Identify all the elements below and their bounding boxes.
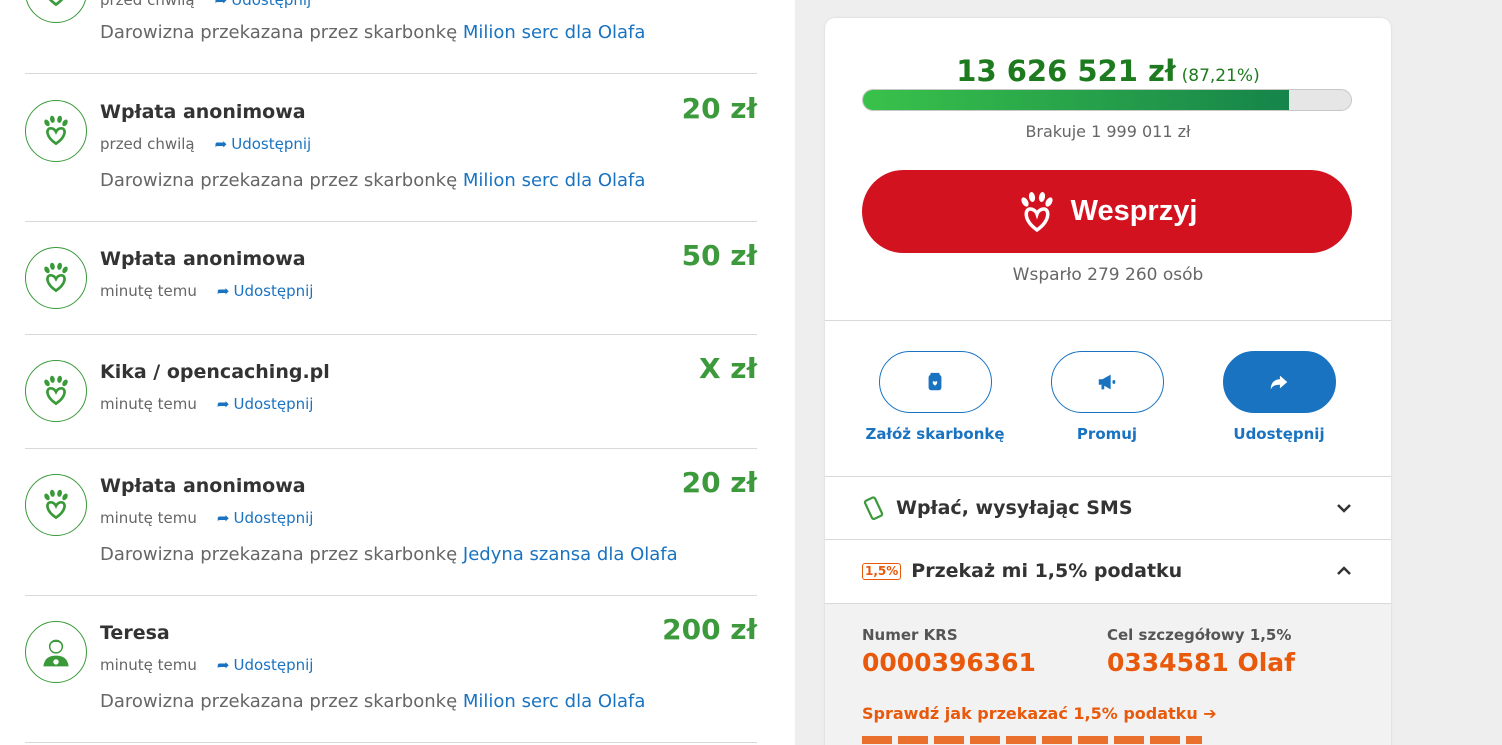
missing-amount: Brakuje 1 999 011 zł <box>1025 122 1191 141</box>
chevron-up-icon <box>1337 566 1351 575</box>
share-link[interactable]: ➦ Udostępnij <box>215 0 312 9</box>
donation-amount: 50 zł <box>681 239 757 272</box>
fundraiser-link[interactable]: Jedyna szansa dla Olafa <box>463 544 678 565</box>
support-button-label: Wesprzyj <box>1070 195 1198 227</box>
piggy-bank-icon <box>928 372 942 391</box>
tax-how-link[interactable]: Sprawdź jak przekazać 1,5% podatku ➔ <box>862 704 1217 723</box>
promote-button[interactable] <box>1050 351 1164 413</box>
supporters-count: Wsparło 279 260 osób <box>1012 265 1204 285</box>
donation-meta: minutę temu ➦ Udostępnij <box>100 282 313 300</box>
divider <box>825 320 1391 321</box>
donation-meta: minutę temu ➦ Udostępnij <box>100 395 313 413</box>
donation-note: Darowizna przekazana przez skarbonkę Mil… <box>100 170 646 191</box>
fundraiser-link[interactable]: Milion serc dla Olafa <box>463 170 646 191</box>
create-fundraiser-action[interactable]: Załóż skarbonkę <box>855 351 1015 443</box>
phone-icon <box>863 496 884 520</box>
promote-label: Promuj <box>1076 425 1138 443</box>
sms-accordion[interactable]: Wpłać, wysyłając SMS <box>825 477 1391 539</box>
chevron-down-icon <box>1337 504 1351 513</box>
share-arrow-icon: ➦ <box>216 395 230 413</box>
donation-meta: minutę temu ➦ Udostępnij <box>100 509 313 527</box>
create-fundraiser-button[interactable] <box>878 351 992 413</box>
heart-hand-icon <box>25 0 87 23</box>
donation-meta: przed chwilą ➦ Udostępnij <box>100 0 311 9</box>
fundraiser-link[interactable]: Milion serc dla Olafa <box>463 691 646 712</box>
share-action[interactable]: Udostępnij <box>1199 351 1359 443</box>
donation-meta: przed chwilą ➦ Udostępnij <box>100 135 311 153</box>
share-arrow-icon: ➦ <box>216 282 230 300</box>
raised-amount: 13 626 521 zł (87,21%) <box>825 54 1391 88</box>
share-label: Udostępnij <box>1233 425 1325 443</box>
heart-hand-icon <box>25 360 87 422</box>
tax-accordion[interactable]: 1,5% Przekaż mi 1,5% podatku <box>825 540 1391 602</box>
krs-block: Numer KRS 0000396361 <box>862 626 1036 677</box>
goal-value: 0334581 Olaf <box>1107 648 1296 677</box>
share-arrow-icon: ➦ <box>216 509 230 527</box>
donation-amount: 20 zł <box>681 466 757 499</box>
donation-note: Darowizna przekazana przez skarbonkę Mil… <box>100 691 646 712</box>
share-link[interactable]: ➦ Udostępnij <box>217 282 314 300</box>
share-arrow-icon: ➦ <box>216 656 230 674</box>
donation-note: Darowizna przekazana przez skarbonkę Jed… <box>100 544 678 565</box>
share-link[interactable]: ➦ Udostępnij <box>217 509 314 527</box>
donation-amount: 200 zł <box>662 613 757 646</box>
donation-time: minutę temu <box>100 395 197 413</box>
donor-name: Wpłata anonimowa <box>100 101 306 123</box>
donation-meta: minutę temu ➦ Udostępnij <box>100 656 313 674</box>
donation-amount: X zł <box>698 352 757 385</box>
heart-hand-icon <box>25 474 87 536</box>
donor-name: Teresa <box>100 622 170 644</box>
share-arrow-icon: ➦ <box>214 0 228 9</box>
donation-note: Darowizna przekazana przez skarbonkę Mil… <box>100 22 646 43</box>
support-button[interactable]: Wesprzyj <box>862 170 1352 253</box>
share-arrow-icon: ➦ <box>214 135 228 153</box>
donation-entry: Kika / opencaching.pl X zł minutę temu ➦… <box>25 335 757 449</box>
tax-details: Numer KRS 0000396361 Cel szczegółowy 1,5… <box>825 604 1391 745</box>
heart-hand-icon <box>25 100 87 162</box>
sms-title: Wpłać, wysyłając SMS <box>896 497 1133 519</box>
donation-entry: Wpłata anonimowa 20 zł minutę temu ➦ Udos… <box>25 449 757 596</box>
donor-name: Wpłata anonimowa <box>100 475 306 497</box>
share-link[interactable]: ➦ Udostępnij <box>217 395 314 413</box>
donor-name: Wpłata anonimowa <box>100 248 306 270</box>
donation-entry: Wpłata anonimowa 50 zł minutę temu ➦ Udos… <box>25 222 757 335</box>
donation-feed: przed chwilą ➦ Udostępnij Darowizna przek… <box>0 0 795 745</box>
heart-hand-icon <box>1020 191 1053 232</box>
create-fundraiser-label: Załóż skarbonkę <box>865 425 1005 443</box>
share-button[interactable] <box>1222 351 1336 413</box>
donation-time: minutę temu <box>100 282 197 300</box>
raised-total: 13 626 521 zł <box>956 54 1176 88</box>
promote-action[interactable]: Promuj <box>1027 351 1187 443</box>
progress-bar <box>862 89 1352 111</box>
page: przed chwilą ➦ Udostępnij Darowizna przek… <box>0 0 1502 745</box>
cut-off-link <box>862 736 1202 744</box>
donation-entry: Wpłata anonimowa 20 zł przed chwilą ➦ Udo… <box>25 74 757 222</box>
donation-time: minutę temu <box>100 509 197 527</box>
progress-fill <box>863 90 1289 110</box>
share-icon <box>1270 375 1288 390</box>
tax-title: Przekaż mi 1,5% podatku <box>911 560 1183 582</box>
goal-block: Cel szczegółowy 1,5% 0334581 Olaf <box>1107 626 1295 677</box>
krs-value: 0000396361 <box>862 648 1036 677</box>
donation-time: przed chwilą <box>100 135 195 153</box>
share-link[interactable]: ➦ Udostępnij <box>215 135 312 153</box>
user-avatar <box>25 621 87 683</box>
donation-time: przed chwilą <box>100 0 195 9</box>
krs-label: Numer KRS <box>862 626 958 644</box>
campaign-card: 13 626 521 zł (87,21%) Brakuje 1 999 011 … <box>825 18 1391 745</box>
donation-amount: 20 zł <box>681 92 757 125</box>
donor-name: Kika / opencaching.pl <box>100 361 330 383</box>
heart-hand-icon <box>25 247 87 309</box>
tax-percent-badge: 1,5% <box>862 562 902 580</box>
donation-time: minutę temu <box>100 656 197 674</box>
share-link[interactable]: ➦ Udostępnij <box>217 656 314 674</box>
raised-percent: (87,21%) <box>1181 66 1260 86</box>
megaphone-icon <box>1098 374 1116 390</box>
donation-entry: przed chwilą ➦ Udostępnij Darowizna przek… <box>25 0 757 74</box>
arrow-right-icon: ➔ <box>1203 704 1217 723</box>
fundraiser-link[interactable]: Milion serc dla Olafa <box>463 22 646 43</box>
goal-label: Cel szczegółowy 1,5% <box>1107 626 1292 644</box>
donation-entry: Teresa 200 zł minutę temu ➦ Udostępnij Da… <box>25 596 757 743</box>
